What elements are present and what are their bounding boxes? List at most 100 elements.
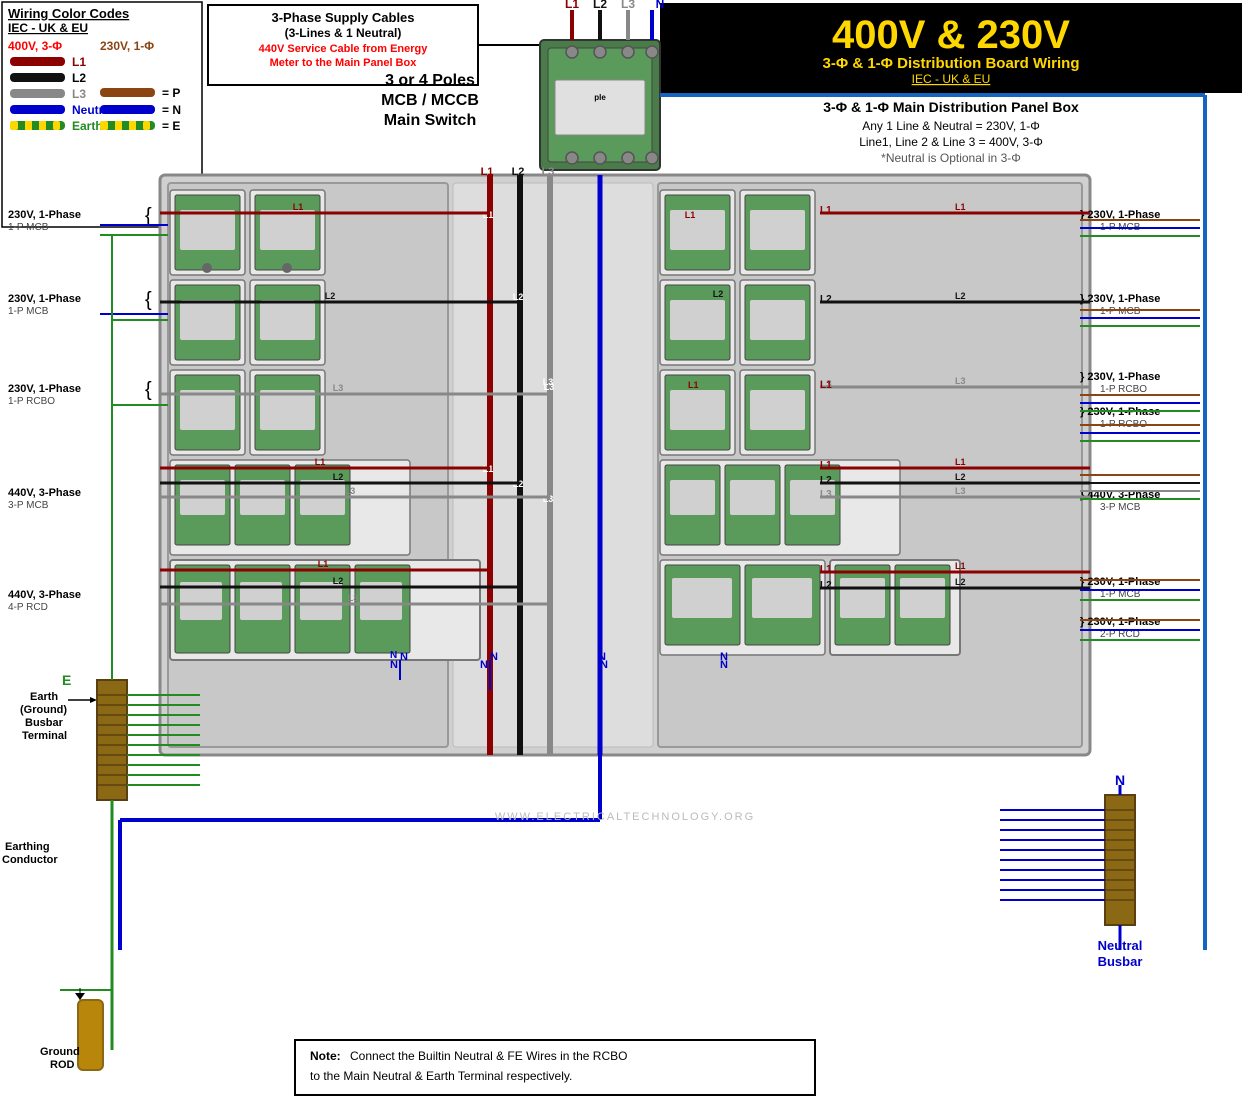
- busbar-l3: L3: [542, 166, 555, 178]
- right-label-5-main: } 230V, 1-Phase: [1080, 576, 1160, 588]
- left-label-1-sub: 1-P MCB: [8, 222, 49, 233]
- supply-box-title: 3-Phase Supply Cables: [271, 10, 414, 25]
- panel-bottom-n1: N: [400, 651, 408, 663]
- panel-right-l1-r5: L1: [820, 564, 832, 575]
- supply-440v-text: 440V Service Cable from Energy: [259, 43, 429, 55]
- left-label-5-sub: 4-P RCD: [8, 602, 48, 613]
- wire-l3-row5: L3: [348, 593, 359, 603]
- switch-label-line2: MCB / MCCB: [381, 92, 479, 109]
- earth-label: Earth: [72, 119, 103, 133]
- wire-l1-row5: L1: [318, 559, 329, 569]
- panel-right-l2-r4: L2: [820, 475, 832, 486]
- panel-n-left: N: [390, 659, 398, 671]
- left-label-3-sub: 1-P RCBO: [8, 396, 55, 407]
- note-label: Note:: [310, 1049, 341, 1063]
- panel-info-line3: *Neutral is Optional in 3-Φ: [881, 151, 1021, 165]
- l3-label: L3: [72, 87, 86, 101]
- right-rcbo-l1: L1: [688, 380, 699, 390]
- top-l1-label: L1: [565, 0, 579, 11]
- left-bracket-3: {: [145, 379, 152, 401]
- panel-bottom-n4: N: [720, 651, 728, 663]
- panel-bottom-n3: N: [598, 651, 606, 663]
- right-l2-r2: L2: [713, 289, 724, 299]
- panel-bottom-n2: N: [490, 651, 498, 663]
- wire-l3-row4: L3: [345, 486, 356, 496]
- right-l1-r1: L1: [685, 210, 696, 220]
- panel-right-l2-r2: L2: [820, 294, 832, 305]
- right-label-3-main: } 230V, 1-Phase: [1080, 371, 1160, 383]
- panel-info-line2: Line1, Line 2 & Line 3 = 400V, 3-Φ: [859, 135, 1043, 149]
- watermark: WWW.ELECTRICALTECHNOLOGY.ORG: [495, 811, 755, 823]
- right-label-2-sub: 1-P MCB: [1100, 306, 1141, 317]
- left-label-1-main: 230V, 1-Phase: [8, 209, 81, 221]
- wire-l1-row1: L1: [293, 202, 304, 212]
- main-title-subtitle: 3-Φ & 1-Φ Distribution Board Wiring: [823, 55, 1080, 72]
- wire-l2-row2: L2: [325, 291, 336, 301]
- wire-l1-row4: L1: [315, 457, 326, 467]
- main-title-iec: IEC - UK & EU: [912, 72, 991, 86]
- top-l3-label: L3: [621, 0, 635, 11]
- e-label: = E: [162, 119, 180, 133]
- left-label-3-main: 230V, 1-Phase: [8, 383, 81, 395]
- busbar-l2: L2: [512, 166, 525, 178]
- busbar-l1: L1: [481, 166, 494, 178]
- wiring-codes-title: Wiring Color Codes: [8, 6, 129, 21]
- earthing-conductor-label1: Earthing: [5, 841, 50, 853]
- left-label-2-main: 230V, 1-Phase: [8, 293, 81, 305]
- switch-brand: ple: [594, 93, 606, 102]
- right-wire-l1-r4: L1: [955, 457, 966, 467]
- left-label-5-main: 440V, 3-Phase: [8, 589, 81, 601]
- earth-ground-label: Earth: [30, 691, 58, 703]
- earth-ground-label2: (Ground): [20, 704, 67, 716]
- right-wire-l2-r4: L2: [955, 472, 966, 482]
- earth-e-label: E: [62, 672, 71, 688]
- right-label-4-sub: 3-P MCB: [1100, 502, 1141, 513]
- left-label-2-sub: 1-P MCB: [8, 306, 49, 317]
- left-label-4-main: 440V, 3-Phase: [8, 487, 81, 499]
- earthing-conductor-label2: Conductor: [2, 854, 58, 866]
- ground-rod-label2: ROD: [50, 1059, 75, 1071]
- note-text-line1: Connect the Builtin Neutral & FE Wires i…: [350, 1049, 627, 1063]
- phase3-label: 400V, 3-Φ: [8, 39, 62, 53]
- switch-label-line1: 3 or 4 Poles: [385, 72, 475, 89]
- neutral-busbar-sublabel: Busbar: [1098, 954, 1143, 969]
- p-label: = P: [162, 86, 180, 100]
- ground-rod-label1: Ground: [40, 1046, 80, 1058]
- panel-right-l2-r5: L2: [820, 580, 832, 591]
- l2-label: L2: [72, 71, 86, 85]
- right-label-6-main: } 230V, 1-Phase: [1080, 616, 1160, 628]
- panel-right-l1-rcbo: L1: [820, 380, 832, 391]
- panel-right-l1-r1: L1: [820, 205, 832, 216]
- left-label-4-sub: 3-P MCB: [8, 500, 49, 511]
- switch-label-line3: Main Switch: [384, 112, 476, 129]
- note-text-line2: to the Main Neutral & Earth Terminal res…: [310, 1069, 572, 1083]
- wire-l2-row5: L2: [333, 576, 344, 586]
- right-wire-l2-r2: L2: [955, 291, 966, 301]
- right-label-2-main: } 230V, 1-Phase: [1080, 293, 1160, 305]
- wiring-codes-subtitle: IEC - UK & EU: [8, 21, 88, 35]
- right-wire-l1-r5: L1: [955, 561, 966, 571]
- right-label-3-sub: 1-P RCBO: [1100, 384, 1147, 395]
- panel-n-center: N: [480, 659, 488, 671]
- supply-box-sub: (3-Lines & 1 Neutral): [285, 26, 402, 40]
- panel-right-l1-r4: L1: [820, 460, 832, 471]
- left-bracket-2: {: [145, 289, 152, 311]
- terminal-label: Terminal: [22, 730, 67, 742]
- wire-l3-row3: L3: [333, 383, 344, 393]
- panel-info-line1: Any 1 Line & Neutral = 230V, 1-Φ: [862, 119, 1040, 133]
- left-bracket-1: {: [145, 205, 152, 227]
- right-wire-l2-r5: L2: [955, 577, 966, 587]
- right-l3-r3: L3: [544, 382, 555, 392]
- n-label: = N: [162, 103, 181, 117]
- main-title-voltage: 400V & 230V: [832, 13, 1070, 57]
- wire-l2-row4: L2: [333, 472, 344, 482]
- right-wire-l3-r3: L3: [955, 376, 966, 386]
- l1-label: L1: [72, 55, 86, 69]
- supply-meter-text: Meter to the Main Panel Box: [270, 57, 418, 69]
- main-diagram: Wiring Color Codes IEC - UK & EU 400V, 3…: [0, 0, 1250, 1100]
- busbar-label: Busbar: [25, 717, 64, 729]
- phase1-label: 230V, 1-Φ: [100, 39, 154, 53]
- right-wire-l3-r4: L3: [955, 486, 966, 496]
- top-l2-label: L2: [593, 0, 607, 11]
- right-wire-l1-r1: L1: [955, 202, 966, 212]
